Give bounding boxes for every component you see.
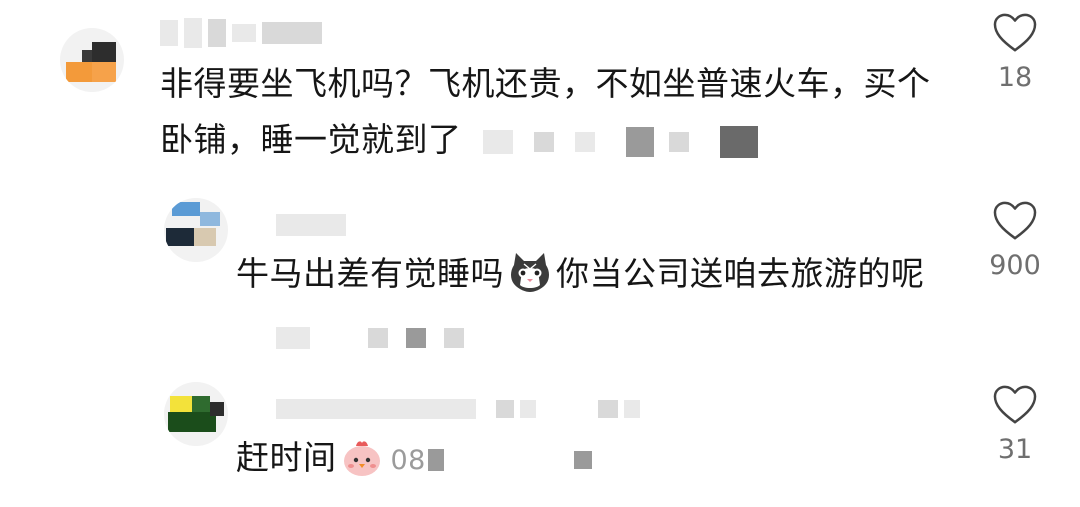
cat-emoji-icon — [508, 251, 552, 306]
comment-text: 牛马出差有觉睡吗 你当公司送咱去旅游的呢 — [236, 250, 925, 306]
username[interactable] — [276, 394, 640, 424]
heart-outline-icon — [993, 385, 1037, 424]
like-count: 31 — [997, 434, 1033, 465]
avatar[interactable] — [164, 198, 228, 262]
blurred-username — [276, 399, 476, 419]
reply-meta — [276, 323, 464, 353]
heart-outline-icon — [993, 13, 1037, 52]
blurred-content — [427, 448, 444, 471]
heart-outline-icon — [993, 201, 1037, 240]
like-count: 900 — [989, 250, 1041, 281]
like-count: 18 — [997, 62, 1033, 93]
blurred-content — [482, 129, 513, 154]
like-button[interactable]: 31 — [980, 384, 1050, 465]
blurred-username — [160, 20, 178, 46]
comment-thread: 非得要坐飞机吗？飞机还贵，不如坐普速火车，买个 卧铺，睡一觉就到了 18 牛马出… — [0, 0, 1080, 507]
username[interactable] — [160, 18, 322, 48]
comment-text: 非得要坐飞机吗？飞机还贵，不如坐普速火车，买个 — [160, 64, 931, 103]
comment-text-line2: 卧铺，睡一觉就到了 — [160, 116, 758, 164]
avatar[interactable] — [60, 28, 124, 92]
comment-item: 非得要坐飞机吗？飞机还贵，不如坐普速火车，买个 卧铺，睡一觉就到了 18 — [0, 0, 1080, 180]
reply-item: 赶时间 08 31 — [0, 360, 1080, 507]
username[interactable] — [276, 210, 346, 240]
blurred-timestamp — [276, 327, 310, 349]
timestamp: 08 — [390, 445, 426, 476]
avatar[interactable] — [164, 382, 228, 446]
blurred-username — [276, 214, 346, 236]
comment-text: 赶时间 08 — [236, 434, 592, 490]
like-button[interactable]: 18 — [980, 12, 1050, 93]
like-button[interactable]: 900 — [980, 200, 1050, 281]
reply-item: 牛马出差有觉睡吗 你当公司送咱去旅游的呢 900 — [0, 180, 1080, 360]
chick-emoji-icon — [341, 437, 383, 490]
